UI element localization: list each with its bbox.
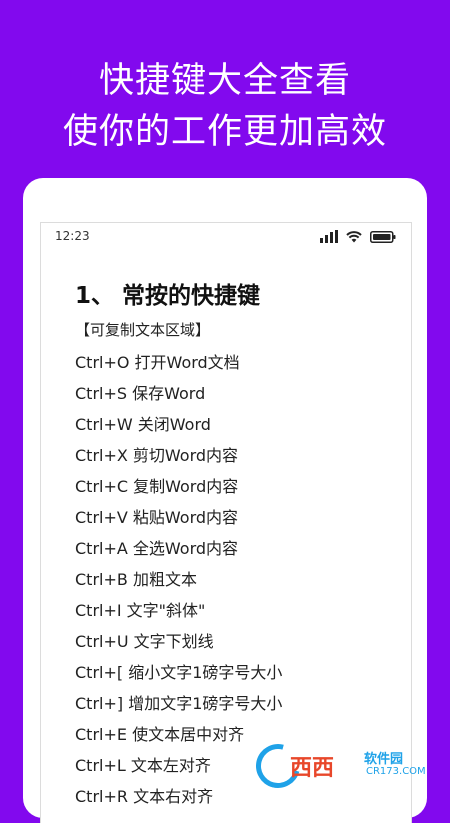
headline-line-1: 快捷键大全查看 — [98, 61, 351, 101]
phone-screen: 12:23 1、 常按的快捷键 【可复制文本区域】 Ctrl+O 打开Word文… — [40, 222, 412, 823]
shortcut-item[interactable]: Ctrl+O 打开Word文档 — [75, 347, 395, 378]
headline-line-2: 使你的工作更加高效 — [62, 112, 387, 152]
shortcut-item[interactable]: Ctrl+[ 缩小文字1磅字号大小 — [75, 657, 395, 688]
wifi-icon — [346, 230, 362, 243]
shortcut-item[interactable]: Ctrl+V 粘贴Word内容 — [75, 502, 395, 533]
shortcut-item[interactable]: Ctrl+I 文字"斜体" — [75, 595, 395, 626]
shortcut-item[interactable]: Ctrl+] 增加文字1磅字号大小 — [75, 688, 395, 719]
battery-icon — [370, 231, 396, 243]
watermark-sub: 软件园 — [364, 752, 404, 767]
section-title: 1、 常按的快捷键 — [75, 283, 261, 309]
content-area: 1、 常按的快捷键 【可复制文本区域】 Ctrl+O 打开Word文档 Ctrl… — [75, 279, 395, 812]
status-time: 12:23 — [55, 229, 90, 243]
shortcut-item[interactable]: Ctrl+B 加粗文本 — [75, 564, 395, 595]
watermark-brand: 西西 — [290, 756, 335, 781]
signal-icon — [320, 230, 338, 243]
shortcut-item[interactable]: Ctrl+C 复制Word内容 — [75, 471, 395, 502]
shortcut-item[interactable]: Ctrl+U 文字下划线 — [75, 626, 395, 657]
watermark-url: CR173.COM — [366, 766, 426, 777]
status-icons — [320, 229, 396, 243]
watermark-logo: 西西 软件园 CR173.COM — [247, 735, 446, 800]
shortcut-item[interactable]: Ctrl+X 剪切Word内容 — [75, 440, 395, 471]
shortcut-item[interactable]: Ctrl+A 全选Word内容 — [75, 533, 395, 564]
copy-hint: 【可复制文本区域】 — [75, 321, 211, 339]
shortcut-item[interactable]: Ctrl+S 保存Word — [75, 378, 395, 409]
shortcut-item[interactable]: Ctrl+W 关闭Word — [75, 409, 395, 440]
status-bar: 12:23 — [41, 223, 411, 249]
